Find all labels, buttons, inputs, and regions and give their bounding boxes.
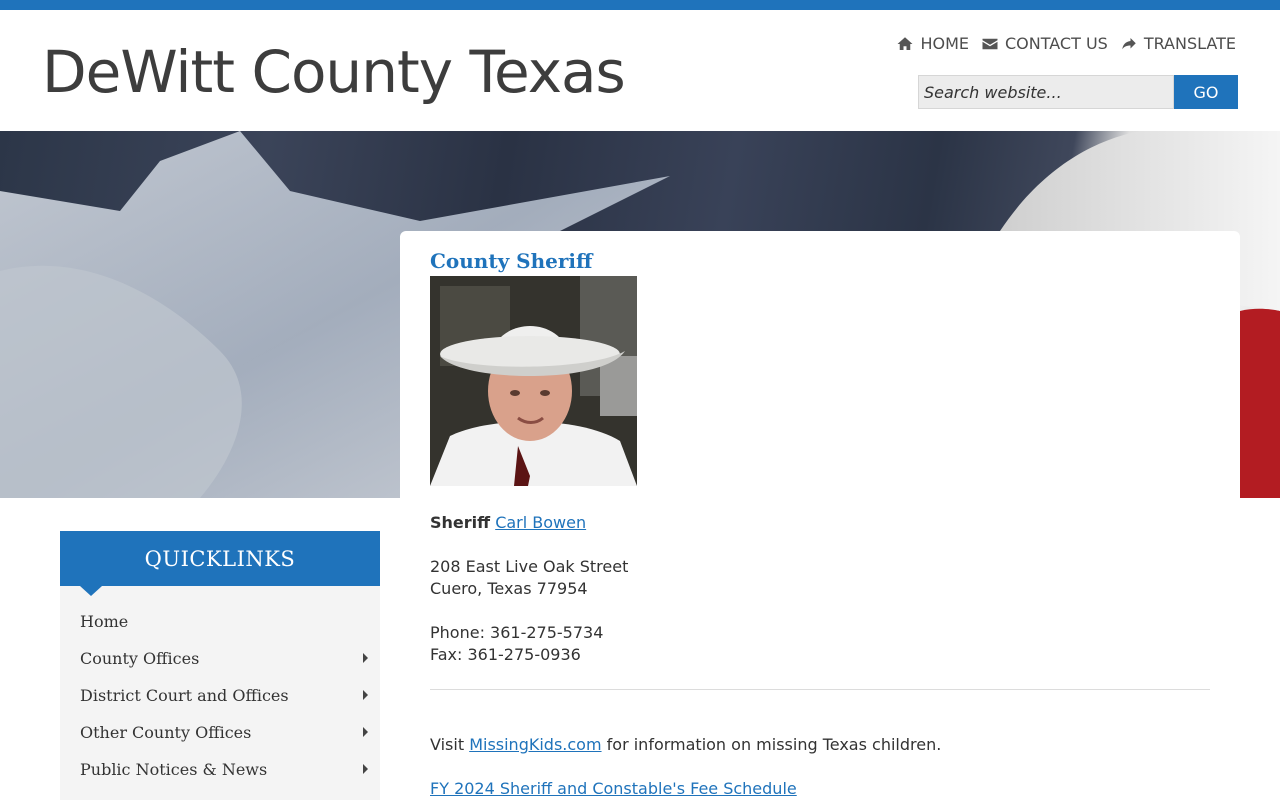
quicklink-other-offices[interactable]: Other County Offices	[60, 714, 380, 751]
sheriff-name-link[interactable]: Carl Bowen	[495, 513, 586, 532]
quicklink-label: Other County Offices	[80, 723, 252, 742]
nav-contact-label: CONTACT US	[1004, 34, 1108, 53]
quicklink-district-court[interactable]: District Court and Offices	[60, 677, 380, 714]
visit-suffix: for information on missing Texas childre…	[606, 735, 942, 754]
caret-right-icon[interactable]	[363, 764, 368, 774]
quicklinks-panel: QUICKLINKS Home County Offices District …	[60, 531, 380, 800]
quicklink-home[interactable]: Home	[60, 603, 380, 640]
nav-home-label: HOME	[920, 34, 969, 53]
envelope-icon	[982, 38, 998, 49]
nav-home-link[interactable]: HOME	[896, 34, 969, 53]
quicklinks-title: QUICKLINKS	[144, 546, 296, 571]
quicklinks-header: QUICKLINKS	[60, 531, 380, 586]
main-content: County Sheriff Sheriff Carl Bowen 208 Ea…	[400, 231, 1240, 800]
search-form: GO	[918, 75, 1238, 109]
utility-nav: HOME CONTACT US TRANSLATE	[896, 34, 1236, 53]
missing-kids-line: Visit MissingKids.com for information on…	[430, 735, 1230, 754]
address-line-1: 208 East Live Oak Street	[430, 557, 629, 576]
sheriff-name-line: Sheriff Carl Bowen	[430, 513, 1230, 532]
caret-right-icon[interactable]	[363, 727, 368, 737]
sheriff-title-label: Sheriff	[430, 513, 491, 532]
quicklink-label: County Offices	[80, 649, 200, 668]
share-arrow-icon	[1122, 37, 1136, 49]
quicklink-label: District Court and Offices	[80, 686, 289, 705]
site-header: DeWitt County Texas HOME CONTACT US TRAN…	[0, 10, 1280, 131]
quicklink-county-offices[interactable]: County Offices	[60, 640, 380, 677]
missingkids-link[interactable]: MissingKids.com	[469, 735, 601, 754]
caret-right-icon[interactable]	[363, 690, 368, 700]
fee-schedule-line: FY 2024 Sheriff and Constable's Fee Sche…	[430, 779, 1230, 798]
fax-line: Fax: 361-275-0936	[430, 645, 581, 664]
fee-schedule-link[interactable]: FY 2024 Sheriff and Constable's Fee Sche…	[430, 779, 797, 798]
quicklink-label: Home	[80, 612, 129, 631]
page-title: County Sheriff	[430, 249, 593, 273]
address-line-2: Cuero, Texas 77954	[430, 579, 588, 598]
quicklinks-pointer	[80, 586, 102, 596]
site-title[interactable]: DeWitt County Texas	[42, 38, 626, 106]
home-icon	[897, 36, 913, 50]
sheriff-photo	[430, 276, 637, 486]
quicklink-label: Public Notices & News	[80, 760, 268, 779]
content-divider	[430, 689, 1210, 690]
phone-line: Phone: 361-275-5734	[430, 623, 604, 642]
top-accent-bar	[0, 0, 1280, 10]
nav-contact-link[interactable]: CONTACT US	[981, 34, 1108, 53]
search-input[interactable]	[918, 75, 1174, 109]
quicklinks-list: Home County Offices District Court and O…	[60, 603, 380, 788]
sheriff-portrait	[430, 276, 637, 486]
quicklink-public-notices[interactable]: Public Notices & News	[60, 751, 380, 788]
visit-prefix: Visit	[430, 735, 465, 754]
nav-translate-link[interactable]: TRANSLATE	[1120, 34, 1236, 53]
search-go-button[interactable]: GO	[1174, 75, 1238, 109]
nav-translate-label: TRANSLATE	[1143, 34, 1236, 53]
caret-right-icon[interactable]	[363, 653, 368, 663]
